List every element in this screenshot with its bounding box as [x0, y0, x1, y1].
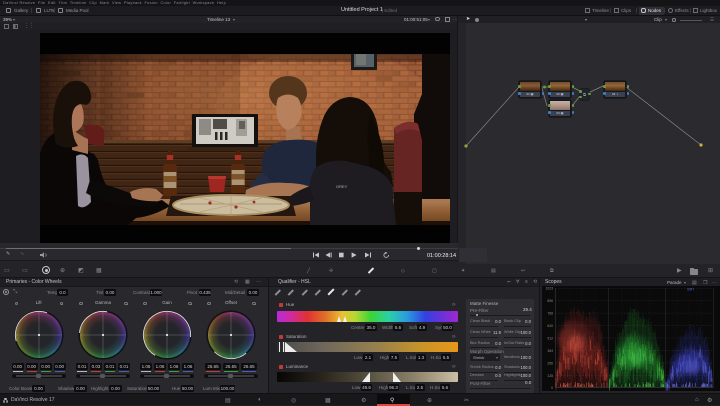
svg-text:1023: 1023	[545, 287, 553, 291]
svg-text:128: 128	[547, 374, 553, 378]
svg-text:896: 896	[547, 299, 553, 303]
svg-text:512: 512	[547, 336, 553, 340]
svg-text:768: 768	[547, 312, 553, 316]
svg-text:640: 640	[547, 324, 553, 328]
svg-text:256: 256	[547, 361, 553, 365]
svg-text:384: 384	[547, 349, 553, 353]
svg-text:0: 0	[551, 386, 553, 390]
svg-text:0047: 0047	[687, 288, 694, 292]
